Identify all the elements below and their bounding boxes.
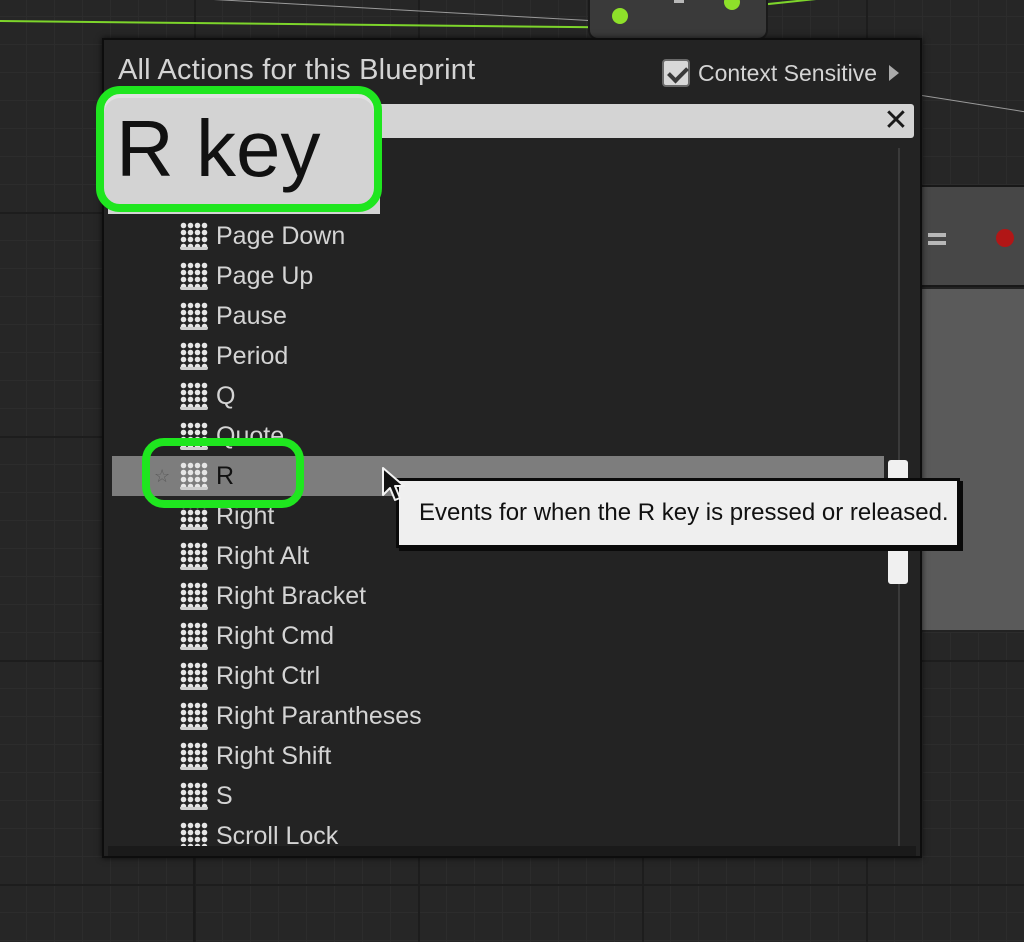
close-icon: ✕ (883, 103, 909, 138)
list-item-label: Period (216, 341, 289, 370)
key-icon (180, 262, 208, 290)
context-sensitive-checkbox[interactable] (662, 59, 690, 87)
equals-icon (928, 233, 946, 237)
tooltip-text: Events for when the R key is pressed or … (419, 499, 949, 526)
list-item[interactable]: Page Down (112, 216, 884, 256)
key-icon (180, 782, 208, 810)
exec-pin-icon[interactable] (724, 0, 740, 10)
list-item-label: Right Alt (216, 541, 310, 570)
key-icon (180, 742, 208, 770)
list-item-label: Right Cmd (216, 621, 335, 650)
key-icon (180, 342, 208, 370)
exec-pin-icon[interactable] (612, 8, 628, 24)
list-item[interactable]: S (112, 776, 884, 816)
clear-search-button[interactable]: ✕ (880, 106, 912, 136)
selected-item-highlight (142, 438, 304, 508)
list-item-label: Page Up (216, 261, 314, 290)
graph-wire (0, 20, 620, 29)
key-icon (180, 662, 208, 690)
key-icon (180, 702, 208, 730)
grid-line (193, 855, 195, 942)
list-item-label: Q (216, 381, 236, 410)
graph-wire-gray (159, 0, 610, 23)
minus-icon (674, 0, 684, 3)
list-item[interactable]: Period (112, 336, 884, 376)
list-item[interactable]: Q (112, 376, 884, 416)
mouse-cursor-icon (382, 467, 405, 501)
list-item[interactable]: Scroll Lock (112, 816, 884, 846)
list-item[interactable]: Right Ctrl (112, 656, 884, 696)
list-item[interactable]: Pause (112, 296, 884, 336)
graph-wire (739, 0, 940, 8)
data-pin-icon[interactable] (996, 229, 1014, 247)
list-item-label: Right Ctrl (216, 661, 321, 690)
callout-text: R key (116, 104, 321, 193)
triangle-right-icon (888, 65, 899, 81)
list-item-label: Pause (216, 301, 287, 330)
list-item-label: S (216, 781, 233, 810)
graph-wire-gray (921, 95, 1024, 114)
list-item-label: Right Bracket (216, 581, 367, 610)
key-icon (180, 302, 208, 330)
key-icon (180, 622, 208, 650)
context-sensitive-label: Context Sensitive (698, 59, 877, 86)
key-icon (180, 822, 208, 846)
key-icon (180, 382, 208, 410)
list-item-label: Scroll Lock (216, 821, 339, 847)
list-item-label: Right Parantheses (216, 701, 422, 730)
menu-title: All Actions for this Blueprint (118, 54, 476, 86)
list-item[interactable]: Page Up (112, 256, 884, 296)
list-item[interactable]: Right Bracket (112, 576, 884, 616)
list-item[interactable]: Right Parantheses (112, 696, 884, 736)
list-item[interactable]: Right Shift (112, 736, 884, 776)
graph-node[interactable] (906, 185, 1024, 287)
tooltip: Events for when the R key is pressed or … (396, 478, 960, 548)
key-icon (180, 582, 208, 610)
search-term-callout: R key (96, 86, 382, 212)
list-item-label: Right Shift (216, 741, 332, 770)
list-item-label: Page Down (216, 221, 346, 250)
menu-bottom-edge (108, 846, 916, 856)
key-icon (180, 222, 208, 250)
graph-node-body (906, 287, 1024, 632)
key-icon (180, 542, 208, 570)
graph-node[interactable] (588, 0, 768, 40)
list-item[interactable]: Right Cmd (112, 616, 884, 656)
context-sensitive-toggle[interactable]: Context Sensitive (662, 58, 899, 88)
